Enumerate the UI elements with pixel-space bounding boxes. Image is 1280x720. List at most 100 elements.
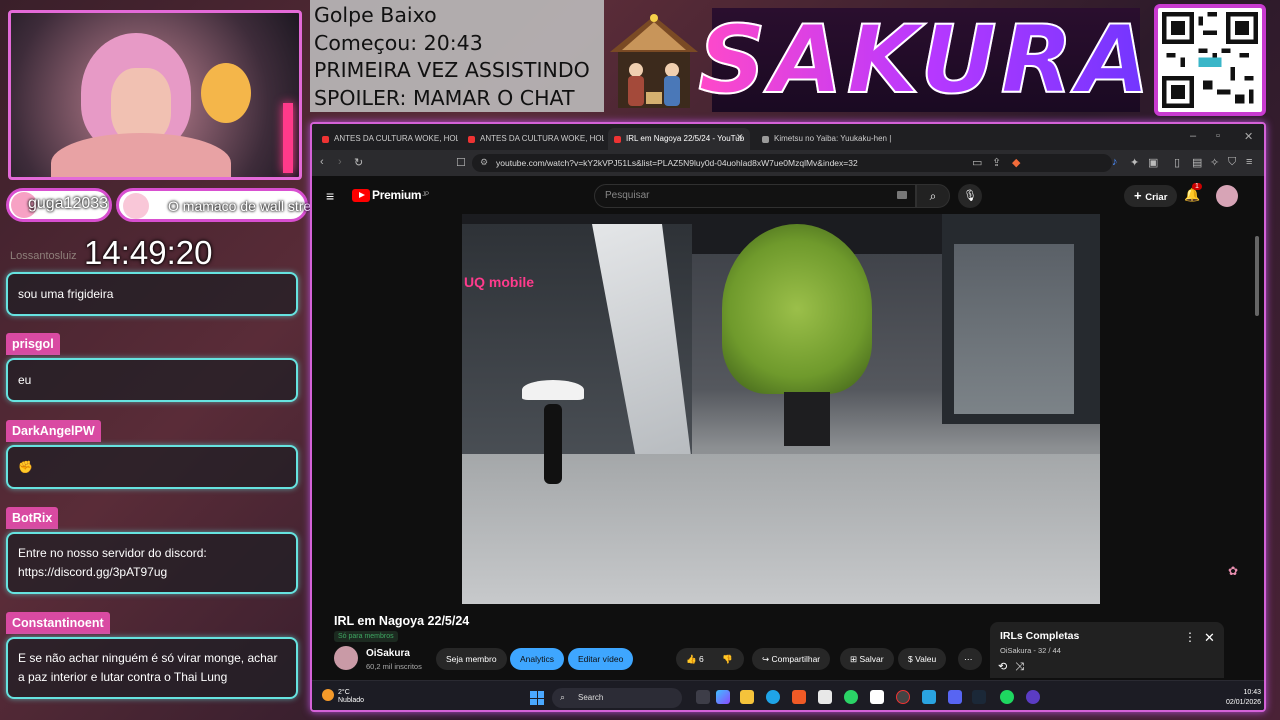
- store-icon[interactable]: [818, 690, 832, 704]
- youtube-favicon-icon: [322, 136, 329, 143]
- browser-menu-icon[interactable]: ≡: [1246, 156, 1252, 168]
- search-button[interactable]: ⌕: [916, 184, 950, 208]
- flower-icon[interactable]: ✿: [1228, 564, 1238, 578]
- leo-icon[interactable]: ✧: [1210, 156, 1219, 169]
- wallet-icon[interactable]: ▣: [1148, 156, 1158, 169]
- playlist-close-icon[interactable]: ✕: [1204, 630, 1215, 646]
- discord-icon[interactable]: [948, 690, 962, 704]
- share-button[interactable]: ↪ Compartilhar: [752, 648, 831, 670]
- members-only-label: Só para membros: [338, 633, 394, 640]
- tab-close-icon[interactable]: ✕: [736, 132, 744, 143]
- taskbar-clock[interactable]: 10:43 02/01/2026: [1226, 688, 1261, 708]
- thanks-button[interactable]: $ Valeu: [898, 648, 947, 670]
- analytics-button[interactable]: Analytics: [510, 648, 565, 670]
- youtube-premium-logo[interactable]: Premium JP: [352, 188, 429, 202]
- scrollbar-thumb[interactable]: [1255, 236, 1259, 316]
- vpn-icon[interactable]: ⛉: [1228, 156, 1236, 169]
- telegram-icon[interactable]: [922, 690, 936, 704]
- edit-video-button[interactable]: Editar vídeo: [568, 648, 634, 670]
- join-button[interactable]: Seja membro: [436, 648, 507, 670]
- create-button[interactable]: + Criar: [1124, 185, 1178, 207]
- chat-emote: ✊: [18, 459, 33, 474]
- obs-icon[interactable]: [870, 690, 884, 704]
- close-window-icon[interactable]: ✕: [1244, 130, 1253, 143]
- sakura-logo-text: SAKURA: [697, 5, 1154, 116]
- youtube-favicon-icon: [614, 136, 621, 143]
- reload-icon[interactable]: ↻: [354, 156, 363, 169]
- playlist-owner[interactable]: OiSakura: [1000, 646, 1031, 655]
- extensions-icon[interactable]: ✦: [1130, 156, 1139, 169]
- brave-icon[interactable]: [792, 690, 806, 704]
- page-scrollbar[interactable]: [1254, 216, 1260, 636]
- bookmark-icon[interactable]: ☐: [456, 156, 466, 169]
- cast-icon[interactable]: ▭: [972, 156, 982, 169]
- channel-avatar[interactable]: [334, 646, 358, 670]
- sakura-logo-banner: SAKURA: [697, 5, 1150, 116]
- stream-info-block: Golpe Baixo Começou: 20:43 PRIMEIRA VEZ …: [310, 0, 604, 112]
- edge-icon[interactable]: [766, 690, 780, 704]
- steam-icon[interactable]: [972, 690, 986, 704]
- copilot-icon[interactable]: [716, 690, 730, 704]
- shuffle-icon[interactable]: ⤨: [1015, 661, 1032, 673]
- chat-message: E se não achar ninguém é só virar monge,…: [6, 637, 298, 699]
- site-info-icon[interactable]: ⚙: [480, 157, 488, 168]
- brave-shield-icon[interactable]: ◆: [1012, 156, 1020, 169]
- share-page-icon[interactable]: ⇪: [992, 156, 1001, 169]
- windows-taskbar: 2°C Nublado ⌕ Search 10:43 02/01/2026: [312, 680, 1264, 710]
- playlist-position: 32 / 44: [1037, 646, 1061, 655]
- browser-tab-active[interactable]: IRL em Nagoya 22/5/24 - YouTub: [608, 128, 750, 150]
- more-actions-button[interactable]: ⋯: [958, 648, 982, 670]
- playlist-meta: OiSakura - 32 / 44: [1000, 646, 1061, 655]
- chrome-icon[interactable]: [896, 690, 910, 704]
- browser-tab[interactable]: Kimetsu no Yaiba: Yuukaku-hen |: [756, 128, 898, 150]
- browser-tab[interactable]: ANTES DA CULTURA WOKE, HOLLYW: [462, 128, 604, 150]
- app-icon[interactable]: [1026, 690, 1040, 704]
- like-icon[interactable]: 👍: [686, 654, 699, 664]
- channel-name[interactable]: OiSakura: [366, 648, 410, 659]
- playlist-more-icon[interactable]: ⋮: [1184, 630, 1196, 644]
- notifications-button[interactable]: 🔔 1: [1184, 183, 1202, 203]
- task-view-icon[interactable]: [696, 690, 710, 704]
- url-text: youtube.com/watch?v=kY2kVPJ51Ls&list=PLA…: [496, 158, 858, 168]
- page-favicon-icon: [762, 136, 769, 143]
- chat-message-text: eu: [18, 372, 32, 387]
- chat-username: DarkAngelPW: [6, 420, 101, 442]
- nativity-scene-image: [610, 14, 698, 108]
- plush-toy: [201, 63, 251, 123]
- account-avatar[interactable]: [1216, 185, 1238, 207]
- voice-search-button[interactable]: 🎙: [958, 184, 982, 208]
- video-scene-umbrella: [522, 380, 584, 400]
- search-icon: ⌕: [929, 189, 937, 203]
- file-explorer-icon[interactable]: [740, 690, 754, 704]
- save-button[interactable]: ⊞ Salvar: [840, 648, 894, 670]
- video-sign-text: UQ mobile: [464, 274, 535, 290]
- taskbar-time: 10:43: [1243, 689, 1262, 696]
- playlist-title[interactable]: IRLs Completas: [1000, 630, 1079, 642]
- premium-label: Premium: [372, 188, 422, 202]
- create-label: Criar: [1145, 192, 1168, 203]
- loop-icon[interactable]: ⟲: [998, 661, 1015, 673]
- whatsapp-icon[interactable]: [844, 690, 858, 704]
- maximize-icon[interactable]: ▫: [1216, 130, 1220, 142]
- search-placeholder: Pesquisar: [605, 190, 650, 201]
- search-icon: ⌕: [560, 692, 566, 702]
- mic-icon: 🎙: [963, 190, 977, 202]
- youtube-play-icon: [352, 188, 370, 202]
- media-icon[interactable]: ▤: [1192, 156, 1202, 169]
- back-icon[interactable]: ‹: [320, 156, 324, 168]
- search-input[interactable]: Pesquisar: [594, 184, 916, 208]
- sidebar-toggle-icon[interactable]: ▯: [1174, 156, 1180, 169]
- hamburger-menu-icon[interactable]: ≡: [326, 188, 334, 204]
- video-scene-pedestrian: [544, 404, 562, 484]
- taskbar-search[interactable]: ⌕ Search: [552, 688, 682, 708]
- save-label: Salvar: [859, 654, 884, 664]
- keyboard-icon[interactable]: [897, 191, 907, 199]
- forward-icon[interactable]: ›: [338, 156, 342, 168]
- spotify-icon[interactable]: [1000, 690, 1014, 704]
- minimize-icon[interactable]: –: [1190, 130, 1196, 142]
- dislike-icon[interactable]: 👎: [722, 648, 733, 670]
- start-button[interactable]: [530, 691, 544, 705]
- browser-tab[interactable]: ANTES DA CULTURA WOKE, HOLLYW: [316, 128, 458, 150]
- video-player[interactable]: UQ mobile: [462, 214, 1100, 604]
- audio-icon[interactable]: ♪: [1112, 156, 1118, 168]
